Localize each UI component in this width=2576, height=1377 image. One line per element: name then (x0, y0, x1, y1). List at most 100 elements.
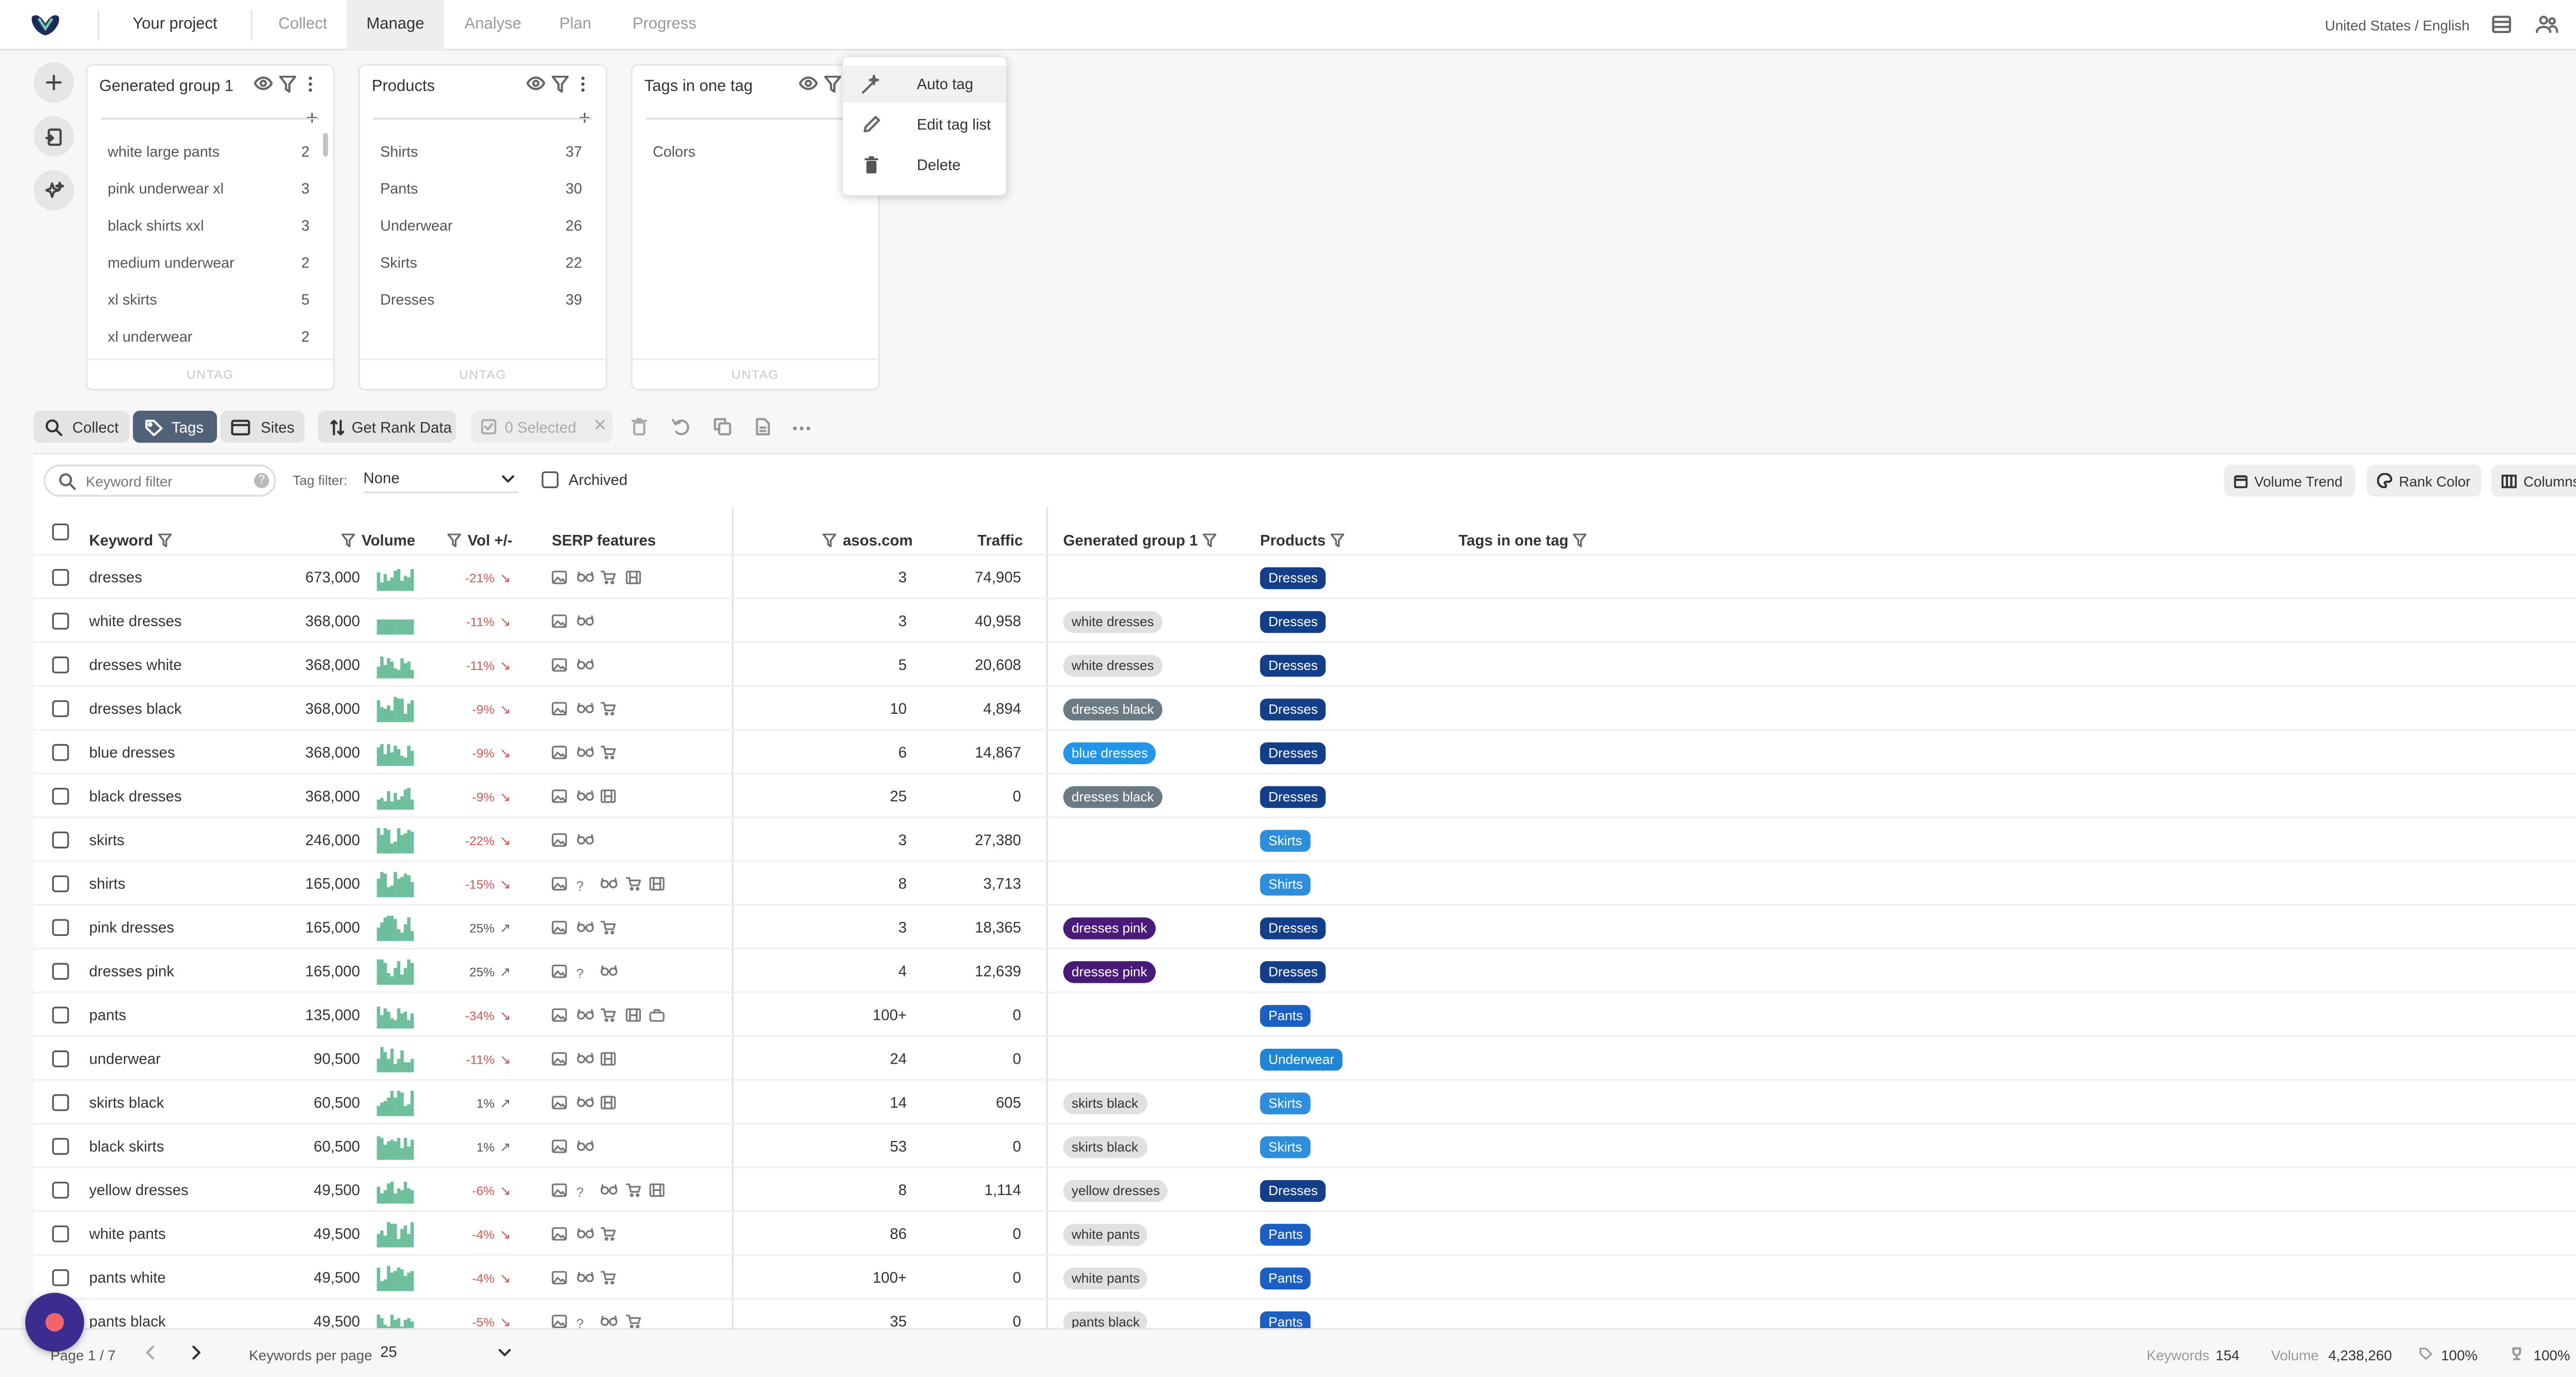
eye-icon[interactable] (254, 76, 273, 91)
tag-item[interactable]: Pants 30 (380, 180, 582, 204)
group-tag-chip[interactable]: dresses black (1063, 786, 1163, 808)
product-tag-chip[interactable]: Dresses (1260, 1180, 1327, 1202)
group-tag-chip[interactable]: white dresses (1063, 654, 1163, 677)
undo-icon[interactable] (671, 417, 690, 436)
row-checkbox[interactable] (52, 1094, 69, 1111)
more-vertical-icon[interactable] (581, 76, 586, 93)
keyword-cell[interactable]: underwear (89, 1050, 161, 1067)
locale-selector[interactable]: United States / English (2301, 17, 2470, 34)
row-checkbox[interactable] (52, 875, 69, 893)
header-vol-change[interactable]: Vol +/- (447, 532, 513, 549)
help-icon[interactable]: ? (254, 473, 269, 489)
group-tag-chip[interactable]: dresses pink (1063, 917, 1156, 939)
filter-icon[interactable] (1202, 533, 1216, 547)
group-tag-chip[interactable]: white pants (1063, 1267, 1148, 1290)
ai-sparkle-button[interactable] (33, 170, 74, 211)
logo-icon[interactable] (30, 13, 61, 37)
keyword-cell[interactable]: dresses pink (89, 963, 174, 980)
keyword-cell[interactable]: pink dresses (89, 919, 174, 936)
filter-icon[interactable] (822, 533, 836, 547)
product-tag-chip[interactable]: Skirts (1260, 1136, 1311, 1158)
tag-item[interactable]: Dresses 39 (380, 291, 582, 315)
group-tag-chip[interactable]: dresses pink (1063, 961, 1156, 983)
untag-button[interactable]: UNTAG (632, 358, 878, 389)
tag-item[interactable]: Skirts 22 (380, 254, 582, 278)
keyword-cell[interactable]: black skirts (89, 1138, 164, 1155)
product-tag-chip[interactable]: Pants (1260, 1223, 1312, 1246)
next-page-icon[interactable] (192, 1345, 202, 1360)
filter-icon[interactable] (158, 533, 172, 547)
eye-icon[interactable] (527, 76, 545, 91)
product-tag-chip[interactable]: Dresses (1260, 567, 1327, 590)
tags-button[interactable]: Tags (132, 411, 217, 443)
delete-icon[interactable] (631, 417, 648, 436)
row-checkbox[interactable] (52, 1138, 69, 1155)
keyword-filter-input[interactable] (86, 469, 241, 492)
header-traffic[interactable]: Traffic (977, 532, 1023, 549)
select-all-checkbox[interactable] (52, 523, 69, 541)
keyword-cell[interactable]: yellow dresses (89, 1182, 189, 1199)
tag-item[interactable]: xl skirts 5 (108, 291, 310, 315)
prev-page-icon[interactable] (145, 1345, 155, 1360)
columns-button[interactable]: Columns (2491, 464, 2576, 497)
rank-color-button[interactable]: Rank Color (2367, 464, 2482, 497)
group-tag-chip[interactable]: yellow dresses (1063, 1180, 1168, 1202)
product-tag-chip[interactable]: Dresses (1260, 611, 1327, 633)
keyword-cell[interactable]: shirts (89, 876, 125, 893)
tag-item[interactable]: xl underwear 2 (108, 328, 310, 352)
keyword-cell[interactable]: pants (89, 1006, 126, 1023)
product-tag-chip[interactable]: Dresses (1260, 961, 1327, 983)
record-button[interactable] (25, 1292, 84, 1352)
volume-trend-button[interactable]: Volume Trend (2224, 464, 2355, 497)
row-checkbox[interactable] (52, 1269, 69, 1286)
product-tag-chip[interactable]: Pants (1260, 1005, 1312, 1027)
header-generated-group[interactable]: Generated group 1 (1063, 532, 1216, 549)
keyword-cell[interactable]: pants black (89, 1313, 166, 1330)
filter-icon[interactable] (1573, 533, 1587, 547)
export-file-icon[interactable] (755, 417, 770, 436)
import-file-button[interactable] (33, 116, 74, 157)
row-checkbox[interactable] (52, 569, 69, 586)
tag-item[interactable]: Shirts 37 (380, 143, 582, 167)
tab-analyse[interactable]: Analyse (451, 0, 535, 51)
row-checkbox[interactable] (52, 613, 69, 630)
clear-selection-icon[interactable]: ✕ (593, 417, 607, 436)
keyword-cell[interactable]: white dresses (89, 613, 182, 630)
keyword-cell[interactable]: white pants (89, 1225, 166, 1242)
row-checkbox[interactable] (52, 919, 69, 936)
layout-icon[interactable] (2492, 15, 2512, 33)
header-tags-in-one-tag[interactable]: Tags in one tag (1459, 532, 1587, 549)
filter-icon[interactable] (824, 75, 841, 93)
header-keyword[interactable]: Keyword (89, 532, 172, 549)
row-checkbox[interactable] (52, 656, 69, 674)
product-tag-chip[interactable]: Skirts (1260, 1092, 1311, 1115)
get-rank-data-button[interactable]: Get Rank Data (318, 411, 456, 443)
keyword-cell[interactable]: skirts (89, 832, 125, 849)
product-tag-chip[interactable]: Pants (1260, 1267, 1312, 1290)
header-serp[interactable]: SERP features (552, 532, 656, 549)
add-group-button[interactable] (33, 62, 74, 103)
filter-icon[interactable] (1330, 533, 1345, 547)
group-tag-chip[interactable]: white pants (1063, 1223, 1148, 1246)
per-page-select[interactable]: 25 (380, 1344, 515, 1365)
group-tag-chip[interactable]: dresses black (1063, 698, 1163, 721)
keyword-cell[interactable]: blue dresses (89, 744, 175, 761)
group-tag-chip[interactable]: skirts black (1063, 1136, 1147, 1158)
row-checkbox[interactable] (52, 1050, 69, 1067)
card-scrollbar[interactable] (323, 133, 328, 157)
collect-button[interactable]: Collect (33, 411, 130, 443)
keyword-filter-box[interactable]: ? (43, 464, 276, 497)
project-name[interactable]: Your project (111, 0, 239, 51)
archived-checkbox[interactable] (541, 471, 559, 489)
tag-item[interactable]: black shirts xxl 3 (108, 217, 310, 241)
more-vertical-icon[interactable] (308, 76, 313, 93)
row-checkbox[interactable] (52, 1225, 69, 1242)
group-tag-chip[interactable]: white dresses (1063, 611, 1163, 633)
product-tag-chip[interactable]: Shirts (1260, 874, 1312, 896)
menu-item-delete[interactable]: Delete (843, 146, 1006, 183)
untag-button[interactable]: UNTAG (360, 358, 606, 389)
product-tag-chip[interactable]: Dresses (1260, 698, 1327, 721)
keyword-cell[interactable]: dresses black (89, 700, 182, 717)
filter-icon[interactable] (341, 533, 355, 547)
eye-icon[interactable] (799, 76, 818, 91)
